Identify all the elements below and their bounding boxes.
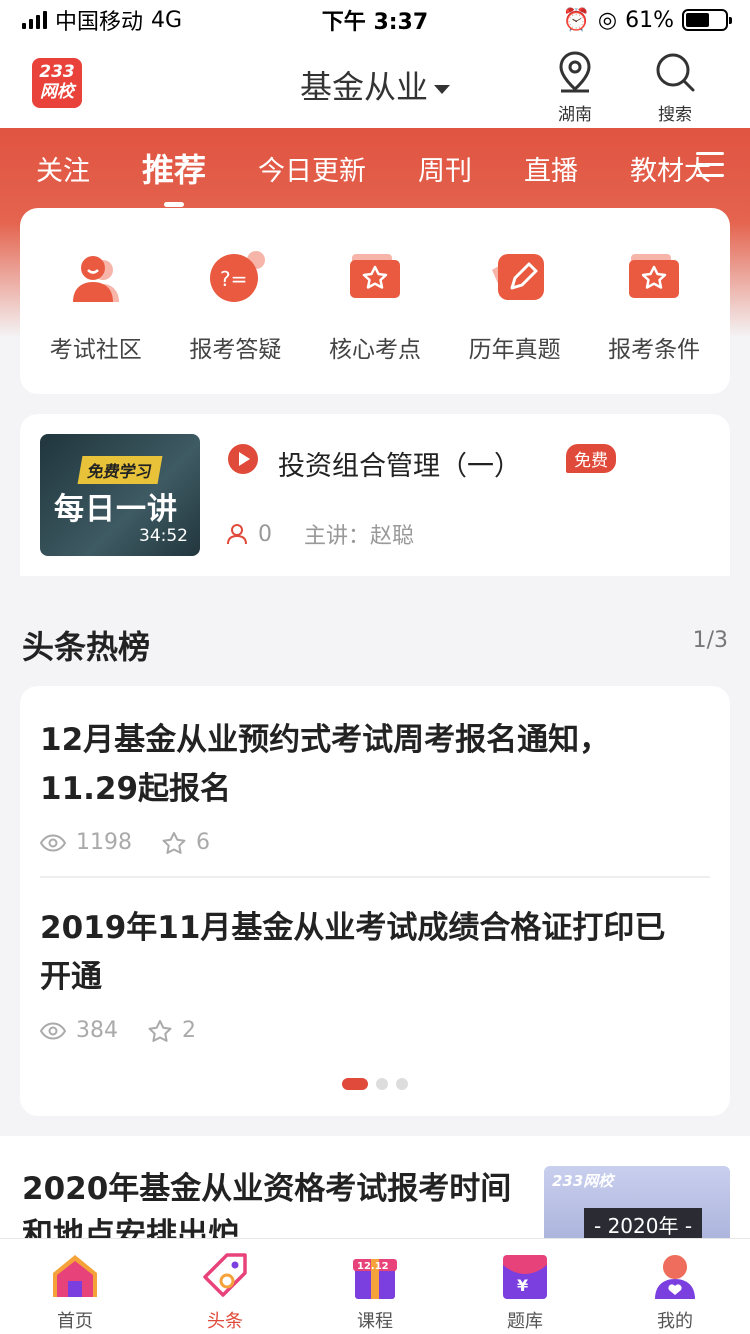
page-indicator: 1/3: [692, 628, 728, 653]
exam-selector[interactable]: 基金从业: [0, 62, 750, 108]
shortcut-label: 报考答疑: [189, 337, 282, 363]
qa-icon: ?=: [208, 250, 266, 304]
nav-profile[interactable]: 我的: [600, 1239, 750, 1334]
svg-text:12.12: 12.12: [357, 1261, 389, 1272]
carrier-name: 中国移动: [55, 10, 144, 35]
nav-courses[interactable]: 12.12 课程: [300, 1239, 450, 1334]
article-title: 12月基金从业预约式考试周考报名通知， 11.29起报名: [40, 722, 611, 807]
pencil-icon: [488, 250, 544, 304]
page-title: 基金从业: [299, 68, 428, 106]
thumbnail-brand: 233网校: [552, 1172, 614, 1190]
nav-home[interactable]: 首页: [0, 1239, 150, 1334]
lesson-thumbnail[interactable]: 免费学习 每日一讲 34:52: [40, 434, 200, 556]
shortcut-exam-conditions[interactable]: 报考条件: [589, 208, 719, 394]
bottom-nav: 首页 头条 12.12 课程 ¥ 题库 我的: [0, 1238, 750, 1334]
tab-weekly[interactable]: 周刊: [418, 149, 472, 188]
status-bar: 中国移动 4G 下午 3:37 ⏰ ◎ 61%: [0, 0, 750, 40]
carousel-dot[interactable]: [342, 1078, 368, 1090]
clock: 下午 3:37: [321, 10, 429, 35]
daily-lesson-card[interactable]: 免费学习 每日一讲 34:52 投资组合管理（一） 免费 0 主讲：赵聪: [20, 414, 730, 576]
lesson-meta: 0 主讲：赵聪: [226, 518, 414, 550]
caret-down-icon: [434, 84, 450, 94]
app-header: 233网校 基金从业 湖南 搜索: [0, 40, 750, 128]
view-count: 384: [76, 1018, 118, 1043]
thumbnail-year: - 2020年 -: [584, 1208, 703, 1241]
star-folder-icon: [627, 250, 681, 304]
eye-icon: [40, 833, 66, 852]
video-duration: 34:52: [139, 526, 188, 546]
star-icon: [148, 1019, 172, 1042]
shortcut-exam-qa[interactable]: ?= 报考答疑: [170, 208, 300, 394]
alarm-icon: ⏰: [562, 7, 590, 33]
tab-today-updates[interactable]: 今日更新: [258, 149, 366, 188]
shortcut-label: 历年真题: [468, 337, 561, 363]
nav-headlines[interactable]: 头条: [150, 1239, 300, 1334]
battery-icon: [682, 9, 732, 31]
article-item[interactable]: 2019年11月基金从业考试成绩合格证打印已 开通 384 2: [40, 904, 710, 1043]
nav-question-bank[interactable]: ¥ 题库: [450, 1239, 600, 1334]
shortcut-grid: 考试社区 ?= 报考答疑 核心考点 历年真题 报考条件: [20, 208, 730, 394]
search-button[interactable]: 搜索: [640, 50, 710, 125]
article-meta: 1198 6: [40, 830, 710, 855]
thumbnail-title: 每日一讲: [54, 492, 178, 527]
tag-icon: [199, 1251, 251, 1301]
section-title: 头条热榜: [22, 628, 151, 666]
rotation-lock-icon: ◎: [597, 7, 618, 33]
divider: [40, 876, 710, 878]
battery-percent: 61%: [625, 7, 674, 33]
nav-label: 我的: [657, 1311, 693, 1332]
article-item[interactable]: 12月基金从业预约式考试周考报名通知， 11.29起报名 1198 6: [40, 716, 710, 855]
community-icon: [69, 250, 123, 304]
star-count: 6: [196, 830, 210, 855]
shortcut-label: 报考条件: [608, 337, 701, 363]
lesson-title[interactable]: 投资组合管理（一）: [278, 444, 521, 483]
network-type: 4G: [151, 7, 183, 33]
play-icon[interactable]: [228, 444, 258, 474]
svg-text:?=: ?=: [220, 267, 247, 291]
channel-tabs: 关注 推荐 今日更新 周刊 直播 教材大: [0, 128, 750, 208]
viewer-count: 0: [258, 521, 272, 547]
signal-icon: [22, 11, 47, 29]
home-icon: [49, 1251, 101, 1301]
menu-icon[interactable]: [696, 152, 724, 185]
news-thumbnail: 233网校 - 2020年 -: [544, 1166, 730, 1246]
carousel-dot[interactable]: [376, 1078, 388, 1090]
thumbnail-tag: 免费学习: [77, 456, 163, 484]
hot-list-card: 12月基金从业预约式考试周考报名通知， 11.29起报名 1198 6 2019年…: [20, 686, 730, 1116]
gift-icon: 12.12: [349, 1251, 401, 1301]
tab-follow[interactable]: 关注: [36, 149, 90, 188]
shortcut-exam-community[interactable]: 考试社区: [31, 208, 161, 394]
coupon-icon: ¥: [499, 1251, 551, 1301]
user-icon: [227, 524, 247, 545]
star-folder-icon: [348, 250, 402, 304]
article-title: 2019年11月基金从业考试成绩合格证打印已 开通: [40, 910, 666, 995]
shortcut-past-papers[interactable]: 历年真题: [450, 208, 580, 394]
news-item[interactable]: 2020年基金从业资格考试报考时间和地点安排出炉 233网校 - 2020年 -: [0, 1136, 750, 1253]
star-count: 2: [182, 1018, 196, 1043]
search-label: 搜索: [658, 105, 692, 125]
nav-label: 题库: [507, 1311, 543, 1332]
lecturer-name: 主讲：赵聪: [304, 524, 415, 549]
star-icon: [162, 831, 186, 854]
eye-icon: [40, 1021, 66, 1040]
svg-text:¥: ¥: [517, 1276, 528, 1295]
view-count: 1198: [76, 830, 132, 855]
article-meta: 384 2: [40, 1018, 710, 1043]
free-badge: 免费: [566, 444, 616, 473]
nav-label: 首页: [57, 1311, 93, 1332]
tab-live[interactable]: 直播: [524, 149, 578, 188]
nav-label: 课程: [357, 1311, 393, 1332]
location-pin-icon: [559, 51, 591, 93]
shortcut-label: 考试社区: [49, 337, 142, 363]
search-icon: [656, 53, 695, 92]
carousel-dot[interactable]: [396, 1078, 408, 1090]
shortcut-core-points[interactable]: 核心考点: [310, 208, 440, 394]
tab-recommend[interactable]: 推荐: [142, 145, 206, 207]
profile-icon: [649, 1251, 701, 1301]
location-label: 湖南: [558, 105, 592, 125]
nav-label: 头条: [207, 1311, 243, 1332]
carousel-dots[interactable]: [20, 1078, 730, 1090]
location-button[interactable]: 湖南: [540, 50, 610, 125]
shortcut-label: 核心考点: [328, 337, 421, 363]
